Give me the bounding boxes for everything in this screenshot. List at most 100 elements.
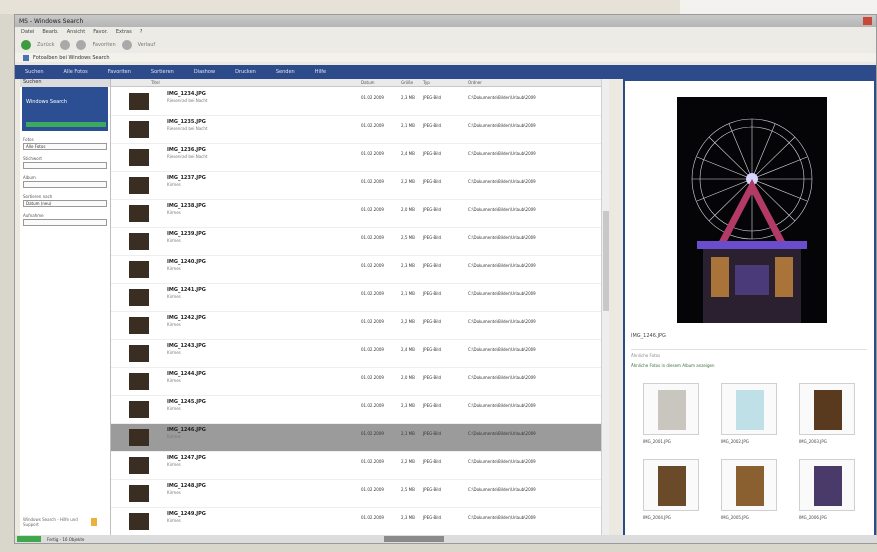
- column-header-ordner[interactable]: Ordner: [468, 80, 482, 85]
- column-header-groesse[interactable]: Größe: [401, 80, 413, 85]
- menu-item-ansicht[interactable]: Ansicht: [67, 29, 85, 35]
- address-text[interactable]: Fotoalben bei Windows Search: [33, 55, 110, 61]
- address-bar[interactable]: Fotoalben bei Windows Search: [15, 53, 876, 62]
- table-row[interactable]: IMG_1235.JPG Riesenrad bei Nacht 01.02.200…: [111, 116, 601, 144]
- table-row[interactable]: IMG_1246.JPG Kirmes 01.02.2009 2,1 MB JPEG-B…: [111, 424, 601, 452]
- row-size: 2,0 MB: [401, 375, 415, 380]
- similar-photo-tile[interactable]: [721, 459, 777, 511]
- row-thumbnail[interactable]: [129, 233, 149, 250]
- column-header-typ[interactable]: Typ: [423, 80, 430, 85]
- filter-input[interactable]: [23, 162, 107, 169]
- similar-photo-tile[interactable]: [721, 383, 777, 435]
- topnav-drucken[interactable]: Drucken: [225, 69, 266, 75]
- column-header-datum[interactable]: Datum: [361, 80, 375, 85]
- row-thumbnail[interactable]: [129, 205, 149, 222]
- table-row[interactable]: IMG_1241.JPG Kirmes 01.02.2009 2,1 MB JPEG-B…: [111, 284, 601, 312]
- similar-photo-tile[interactable]: [799, 383, 855, 435]
- row-thumbnail[interactable]: [129, 401, 149, 418]
- preview-image[interactable]: [677, 97, 827, 323]
- similar-link[interactable]: Ähnliche Fotos in diesem Album anzeigen: [631, 363, 715, 368]
- filter-fotos: Fotos Alle Fotos: [23, 137, 107, 150]
- search-sidebar: Suchen Windows Search Fotos Alle Fotos S…: [20, 79, 111, 541]
- row-thumbnail[interactable]: [129, 485, 149, 502]
- table-row[interactable]: IMG_1239.JPG Kirmes 01.02.2009 2,5 MB JPEG-B…: [111, 228, 601, 256]
- similar-photo-caption: IMG_2001.JPG: [643, 439, 671, 444]
- help-link[interactable]: Windows Search - Hilfe und Support: [23, 517, 83, 527]
- sidebar-search-button[interactable]: [26, 122, 106, 127]
- row-thumbnail[interactable]: [129, 345, 149, 362]
- menu-item-bearbeiten[interactable]: Bearb.: [42, 29, 58, 35]
- row-thumbnail[interactable]: [129, 289, 149, 306]
- row-thumbnail[interactable]: [129, 149, 149, 166]
- table-row[interactable]: IMG_1243.JPG Kirmes 01.02.2009 2,4 MB JPEG-B…: [111, 340, 601, 368]
- row-thumbnail[interactable]: [129, 457, 149, 474]
- similar-photo-tile[interactable]: [799, 459, 855, 511]
- row-path: C:\Dokumente\Bilder\Urlaub\2009: [468, 235, 536, 240]
- menu-item-help[interactable]: ?: [140, 29, 143, 35]
- row-path: C:\Dokumente\Bilder\Urlaub\2009: [468, 375, 536, 380]
- scrollbar-thumb[interactable]: [603, 211, 609, 311]
- table-row[interactable]: IMG_1237.JPG Kirmes 01.02.2009 2,2 MB JPEG-B…: [111, 172, 601, 200]
- app-top-nav: Suchen Alle Fotos Favoriten Sortieren Di…: [15, 65, 876, 79]
- row-type: JPEG-Bild: [423, 319, 442, 324]
- browser-window: MS - Windows Search Datei Bearb. Ansicht…: [14, 14, 877, 544]
- row-subtitle: Kirmes: [167, 406, 181, 411]
- topnav-senden[interactable]: Senden: [266, 69, 305, 75]
- row-thumbnail[interactable]: [129, 121, 149, 138]
- row-thumbnail[interactable]: [129, 93, 149, 110]
- row-thumbnail[interactable]: [129, 261, 149, 278]
- row-path: C:\Dokumente\Bilder\Urlaub\2009: [468, 403, 536, 408]
- sidebar-footer: Windows Search - Hilfe und Support: [23, 517, 107, 527]
- topnav-hilfe[interactable]: Hilfe: [305, 69, 336, 75]
- history-icon[interactable]: [121, 40, 132, 50]
- column-header-titel[interactable]: Titel: [151, 80, 160, 85]
- similar-photo-tile[interactable]: [643, 383, 699, 435]
- favorites-icon[interactable]: [76, 40, 87, 50]
- list-scrollbar[interactable]: [601, 79, 609, 541]
- filter-label: Sortieren nach: [23, 194, 53, 199]
- topnav-suchen[interactable]: Suchen: [15, 69, 54, 75]
- row-thumbnail[interactable]: [129, 429, 149, 446]
- filter-label: Album: [23, 175, 36, 180]
- row-subtitle: Kirmes: [167, 350, 181, 355]
- table-row[interactable]: IMG_1249.JPG Kirmes 01.02.2009 2,3 MB JPEG-B…: [111, 508, 601, 536]
- filter-select[interactable]: Datum (neu): [23, 200, 107, 207]
- row-thumbnail[interactable]: [129, 513, 149, 530]
- filter-input[interactable]: [23, 181, 107, 188]
- row-date: 01.02.2009: [361, 291, 384, 296]
- topnav-favoriten[interactable]: Favoriten: [98, 69, 141, 75]
- row-thumbnail[interactable]: [129, 317, 149, 334]
- menu-item-favoriten[interactable]: Favor.: [93, 29, 108, 35]
- topnav-sortieren[interactable]: Sortieren: [141, 69, 184, 75]
- row-date: 01.02.2009: [361, 515, 384, 520]
- table-row[interactable]: IMG_1244.JPG Kirmes 01.02.2009 2,0 MB JPEG-B…: [111, 368, 601, 396]
- close-icon[interactable]: [863, 17, 872, 25]
- table-row[interactable]: IMG_1248.JPG Kirmes 01.02.2009 2,5 MB JPEG-B…: [111, 480, 601, 508]
- row-title: IMG_1241.JPG: [167, 287, 206, 293]
- filter-label: Fotos: [23, 137, 34, 142]
- table-row[interactable]: IMG_1234.JPG Riesenrad bei Nacht 01.02.200…: [111, 88, 601, 116]
- forward-icon[interactable]: [60, 40, 71, 50]
- row-thumbnail[interactable]: [129, 177, 149, 194]
- topnav-diashow[interactable]: Diashow: [184, 69, 225, 75]
- menu-item-extras[interactable]: Extras: [116, 29, 132, 35]
- menu-item-datei[interactable]: Datei: [21, 29, 34, 35]
- back-icon[interactable]: [21, 40, 31, 50]
- table-row[interactable]: IMG_1238.JPG Kirmes 01.02.2009 2,0 MB JPEG-B…: [111, 200, 601, 228]
- similar-photo-thumbnail: [658, 390, 686, 430]
- help-icon[interactable]: [91, 518, 97, 526]
- row-thumbnail[interactable]: [129, 373, 149, 390]
- table-row[interactable]: IMG_1245.JPG Kirmes 01.02.2009 2,3 MB JPEG-B…: [111, 396, 601, 424]
- filter-select[interactable]: Alle Fotos: [23, 143, 107, 150]
- table-row[interactable]: IMG_1242.JPG Kirmes 01.02.2009 2,2 MB JPEG-B…: [111, 312, 601, 340]
- similar-heading: Ähnliche Fotos: [631, 353, 661, 358]
- similar-photo-tile[interactable]: [643, 459, 699, 511]
- similar-photo-caption: IMG_2006.JPG: [799, 515, 827, 520]
- table-row[interactable]: IMG_1240.JPG Kirmes 01.02.2009 2,3 MB JPEG-B…: [111, 256, 601, 284]
- table-row[interactable]: IMG_1236.JPG Riesenrad bei Nacht 01.02.200…: [111, 144, 601, 172]
- filter-input[interactable]: [23, 219, 107, 226]
- row-date: 01.02.2009: [361, 319, 384, 324]
- similar-photo-caption: IMG_2004.JPG: [643, 515, 671, 520]
- table-row[interactable]: IMG_1247.JPG Kirmes 01.02.2009 2,2 MB JPEG-B…: [111, 452, 601, 480]
- topnav-alle-fotos[interactable]: Alle Fotos: [54, 69, 98, 75]
